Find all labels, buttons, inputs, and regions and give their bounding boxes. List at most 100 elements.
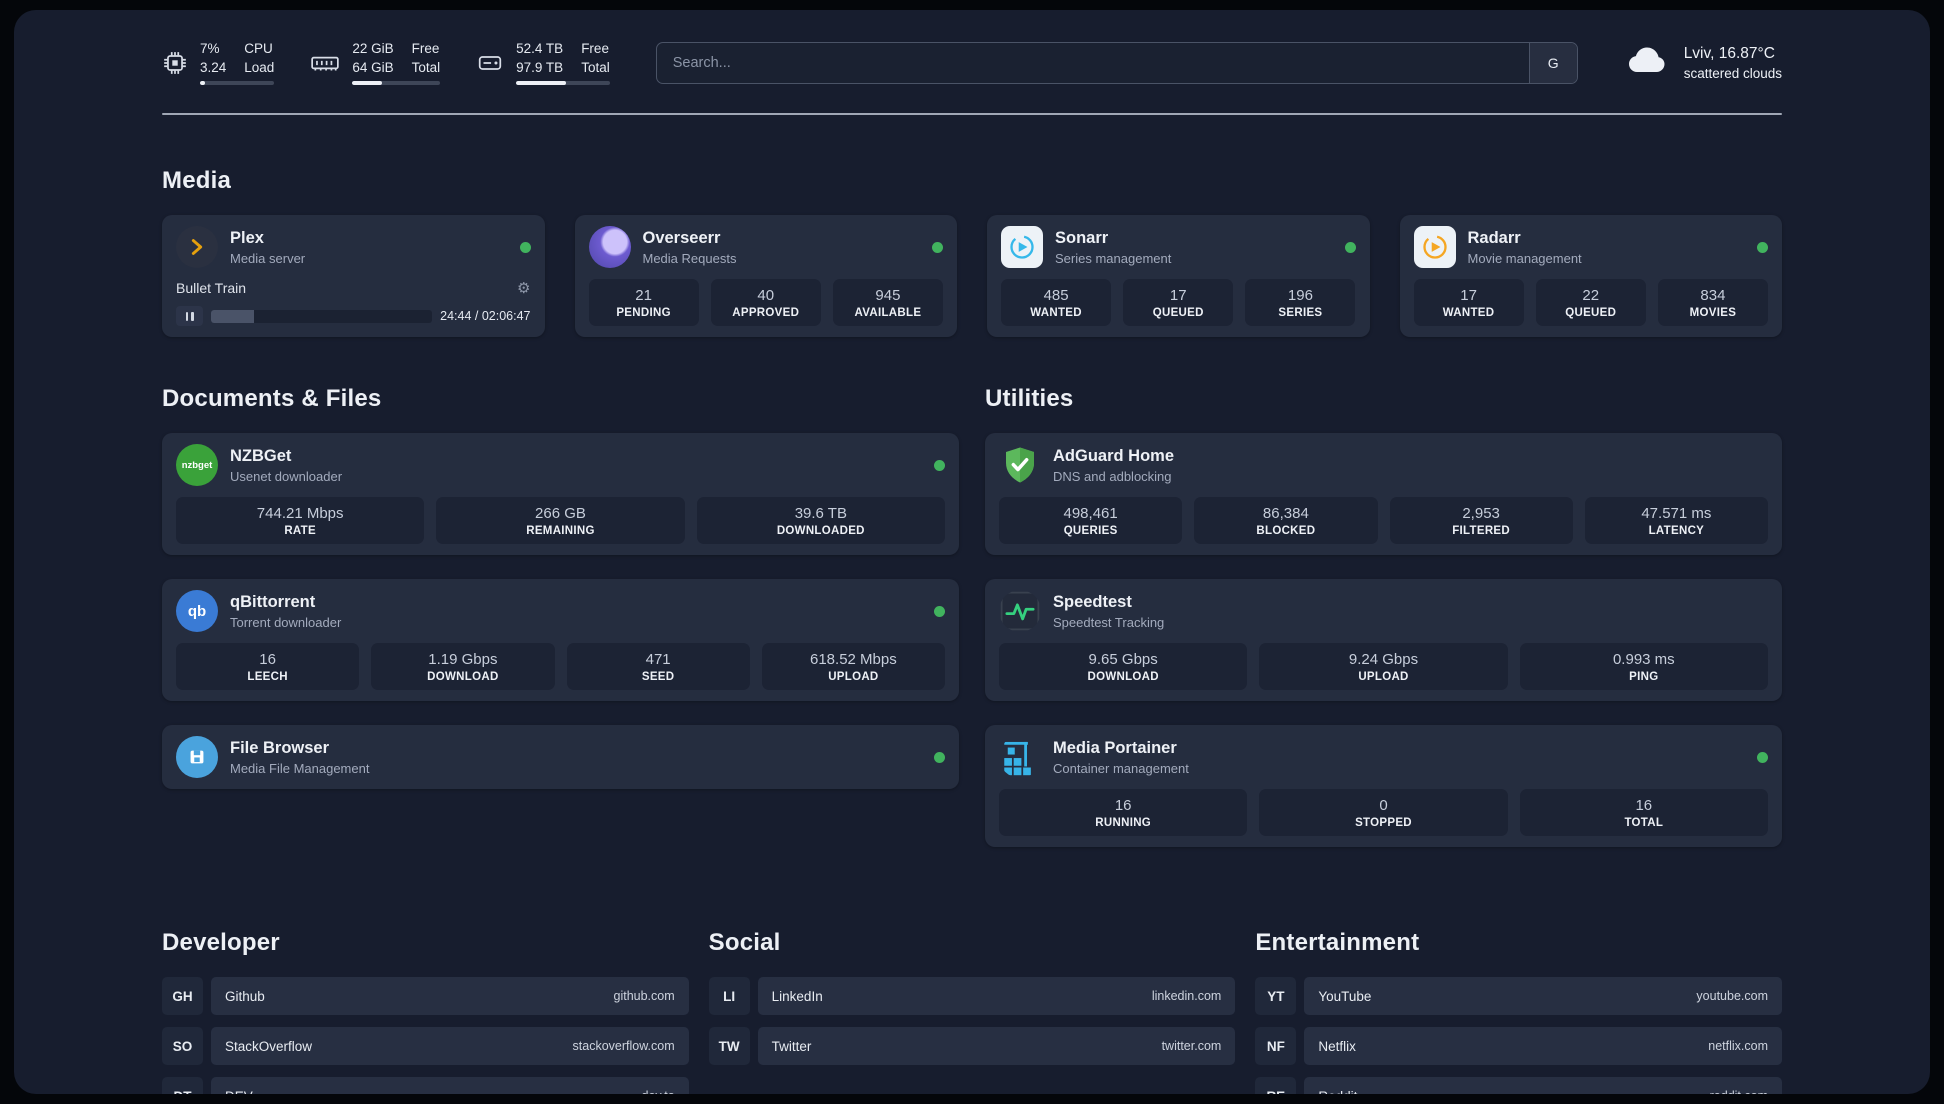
stat-tile: 9.24 Gbps UPLOAD [1259, 643, 1508, 691]
cloud-icon [1624, 43, 1670, 82]
nzbget-icon: nzbget [176, 444, 218, 487]
pause-button[interactable] [176, 306, 203, 327]
search-input[interactable] [656, 42, 1529, 83]
bookmark-abbr: LI [708, 977, 750, 1016]
disk-label-2: Total [581, 59, 610, 75]
app-subtitle: DNS and adblocking [1053, 468, 1172, 484]
app-card-plex[interactable]: Plex Media server Bullet Train ⚙ 24:44 /… [162, 215, 545, 338]
section-title-documents: Documents & Files [162, 385, 382, 413]
app-subtitle: Media server [230, 250, 306, 266]
bookmark-netflix[interactable]: NF Netflix netflix.com [1255, 1027, 1782, 1066]
app-card-nzbget[interactable]: nzbget NZBGet Usenet downloader 744.21 M… [162, 433, 959, 556]
bookmark-name: StackOverflow [225, 1038, 313, 1054]
gear-icon[interactable]: ⚙ [517, 279, 530, 297]
bookmark-url: linkedin.com [1151, 989, 1222, 1004]
stat-tile: 0 STOPPED [1259, 789, 1508, 837]
bookmark-abbr: NF [1255, 1027, 1297, 1066]
app-name: Plex [230, 228, 264, 247]
bookmark-dev[interactable]: DT DEV dev.to [162, 1077, 689, 1094]
app-subtitle: Movie management [1467, 250, 1582, 266]
section-title-entertainment: Entertainment [1255, 929, 1420, 957]
app-card-qbittorrent[interactable]: qb qBittorrent Torrent downloader 16 LEEC… [162, 579, 959, 702]
app-subtitle: Media File Management [230, 760, 370, 776]
app-name: Radarr [1467, 228, 1521, 247]
bookmark-github[interactable]: GH Github github.com [162, 977, 689, 1016]
documents-column: Documents & Files nzbget NZBGet Usenet d… [162, 385, 959, 813]
app-name: Sonarr [1055, 228, 1109, 247]
bookmark-stackoverflow[interactable]: SO StackOverflow stackoverflow.com [162, 1027, 689, 1066]
bookmark-abbr: YT [1255, 977, 1297, 1016]
bookmark-name: Twitter [771, 1038, 812, 1054]
app-card-filebrowser[interactable]: File Browser Media File Management [162, 725, 959, 790]
ram-metric: 22 GiB Free 64 GiB Total [310, 40, 441, 86]
stat-tile: 16 RUNNING [999, 789, 1248, 837]
status-dot [1344, 241, 1356, 253]
filebrowser-icon [176, 736, 218, 779]
cpu-load-value: 3.24 [200, 59, 227, 75]
bookmark-abbr: RE [1255, 1077, 1297, 1094]
stat-tile: 485 WANTED [1001, 279, 1112, 327]
bookmark-url: github.com [613, 989, 675, 1004]
status-dot [932, 241, 943, 253]
playback-time: 24:44 / 02:06:47 [440, 309, 531, 324]
app-card-overseerr[interactable]: Overseerr Media Requests 21 PENDING 40 APP… [574, 215, 957, 338]
bookmark-url: twitter.com [1161, 1039, 1222, 1054]
app-card-radarr[interactable]: Radarr Movie management 17 WANTED 22 QUEUE… [1399, 215, 1782, 338]
cpu-label-1: CPU [244, 41, 273, 56]
disk-metric: 52.4 TB Free 97.9 TB Total [476, 40, 610, 86]
sonarr-icon [1001, 226, 1043, 269]
cpu-progress-bar [200, 81, 275, 86]
app-name: Media Portainer [1053, 738, 1177, 757]
weather-location-temp: Lviv, 16.87°C [1683, 44, 1775, 62]
cpu-usage-value: 7% [200, 41, 220, 56]
ram-label-1: Free [411, 41, 440, 56]
section-title-media: Media [162, 167, 232, 195]
bookmark-group-social: Social LI LinkedIn linkedin.com TW Twitte… [708, 929, 1236, 1077]
playback-progress-bar[interactable] [211, 309, 433, 323]
stat-tile: 9.65 Gbps DOWNLOAD [999, 643, 1248, 691]
stat-tile: 834 MOVIES [1657, 279, 1768, 327]
app-card-portainer[interactable]: Media Portainer Container management 16 R… [985, 725, 1782, 848]
utilities-column: Utilities AdGuard Home DNS and adblockin… [985, 385, 1782, 871]
section-title-developer: Developer [162, 929, 280, 957]
bookmark-reddit[interactable]: RE Reddit reddit.com [1255, 1077, 1782, 1094]
disk-icon [476, 50, 504, 76]
bookmark-linkedin[interactable]: LI LinkedIn linkedin.com [708, 977, 1236, 1016]
stat-tile: 17 QUEUED [1123, 279, 1234, 327]
search-engine-button[interactable]: G [1528, 42, 1577, 83]
bookmark-twitter[interactable]: TW Twitter twitter.com [708, 1027, 1236, 1066]
app-subtitle: Speedtest Tracking [1053, 614, 1165, 630]
app-subtitle: Torrent downloader [230, 614, 342, 630]
qbittorrent-icon: qb [176, 590, 218, 633]
bookmark-url: stackoverflow.com [572, 1039, 675, 1054]
bookmark-youtube[interactable]: YT YouTube youtube.com [1255, 977, 1782, 1016]
disk-label-1: Free [581, 41, 609, 56]
header-divider [162, 113, 1782, 116]
app-card-speedtest[interactable]: Speedtest Speedtest Tracking 9.65 Gbps DO… [985, 579, 1782, 702]
stat-tile: 39.6 TB DOWNLOADED [696, 497, 945, 545]
stat-tile: 471 SEED [566, 643, 750, 691]
plex-icon [176, 226, 218, 269]
plex-player: 24:44 / 02:06:47 [176, 306, 531, 327]
stat-tile: 744.21 Mbps RATE [176, 497, 425, 545]
bookmark-abbr: SO [162, 1027, 203, 1066]
app-name: Speedtest [1053, 592, 1132, 611]
screen: 7% CPU 3.24 Load 22 GiB Free 64 GiB Tota… [0, 0, 1944, 1104]
bookmark-group-developer: Developer GH Github github.com SO StackOv… [162, 929, 689, 1094]
stat-tile: 16 LEECH [176, 643, 360, 691]
status-dot [1757, 751, 1768, 763]
disk-progress-bar [516, 81, 610, 86]
app-card-sonarr[interactable]: Sonarr Series management 485 WANTED 17 QUE… [987, 215, 1370, 338]
app-card-adguard[interactable]: AdGuard Home DNS and adblocking 498,461 Q… [985, 433, 1782, 556]
cpu-icon [162, 50, 188, 76]
stat-tile: 86,384 BLOCKED [1194, 497, 1378, 545]
radarr-icon [1413, 226, 1456, 269]
ram-label-2: Total [411, 59, 441, 75]
bookmark-url: dev.to [642, 1089, 675, 1094]
disk-free-value: 52.4 TB [516, 41, 564, 56]
stat-tile: 17 WANTED [1413, 279, 1524, 327]
app-name: qBittorrent [230, 592, 316, 611]
stat-tile: 40 APPROVED [710, 279, 821, 327]
ram-free-value: 22 GiB [352, 41, 394, 56]
app-name: AdGuard Home [1053, 446, 1175, 465]
